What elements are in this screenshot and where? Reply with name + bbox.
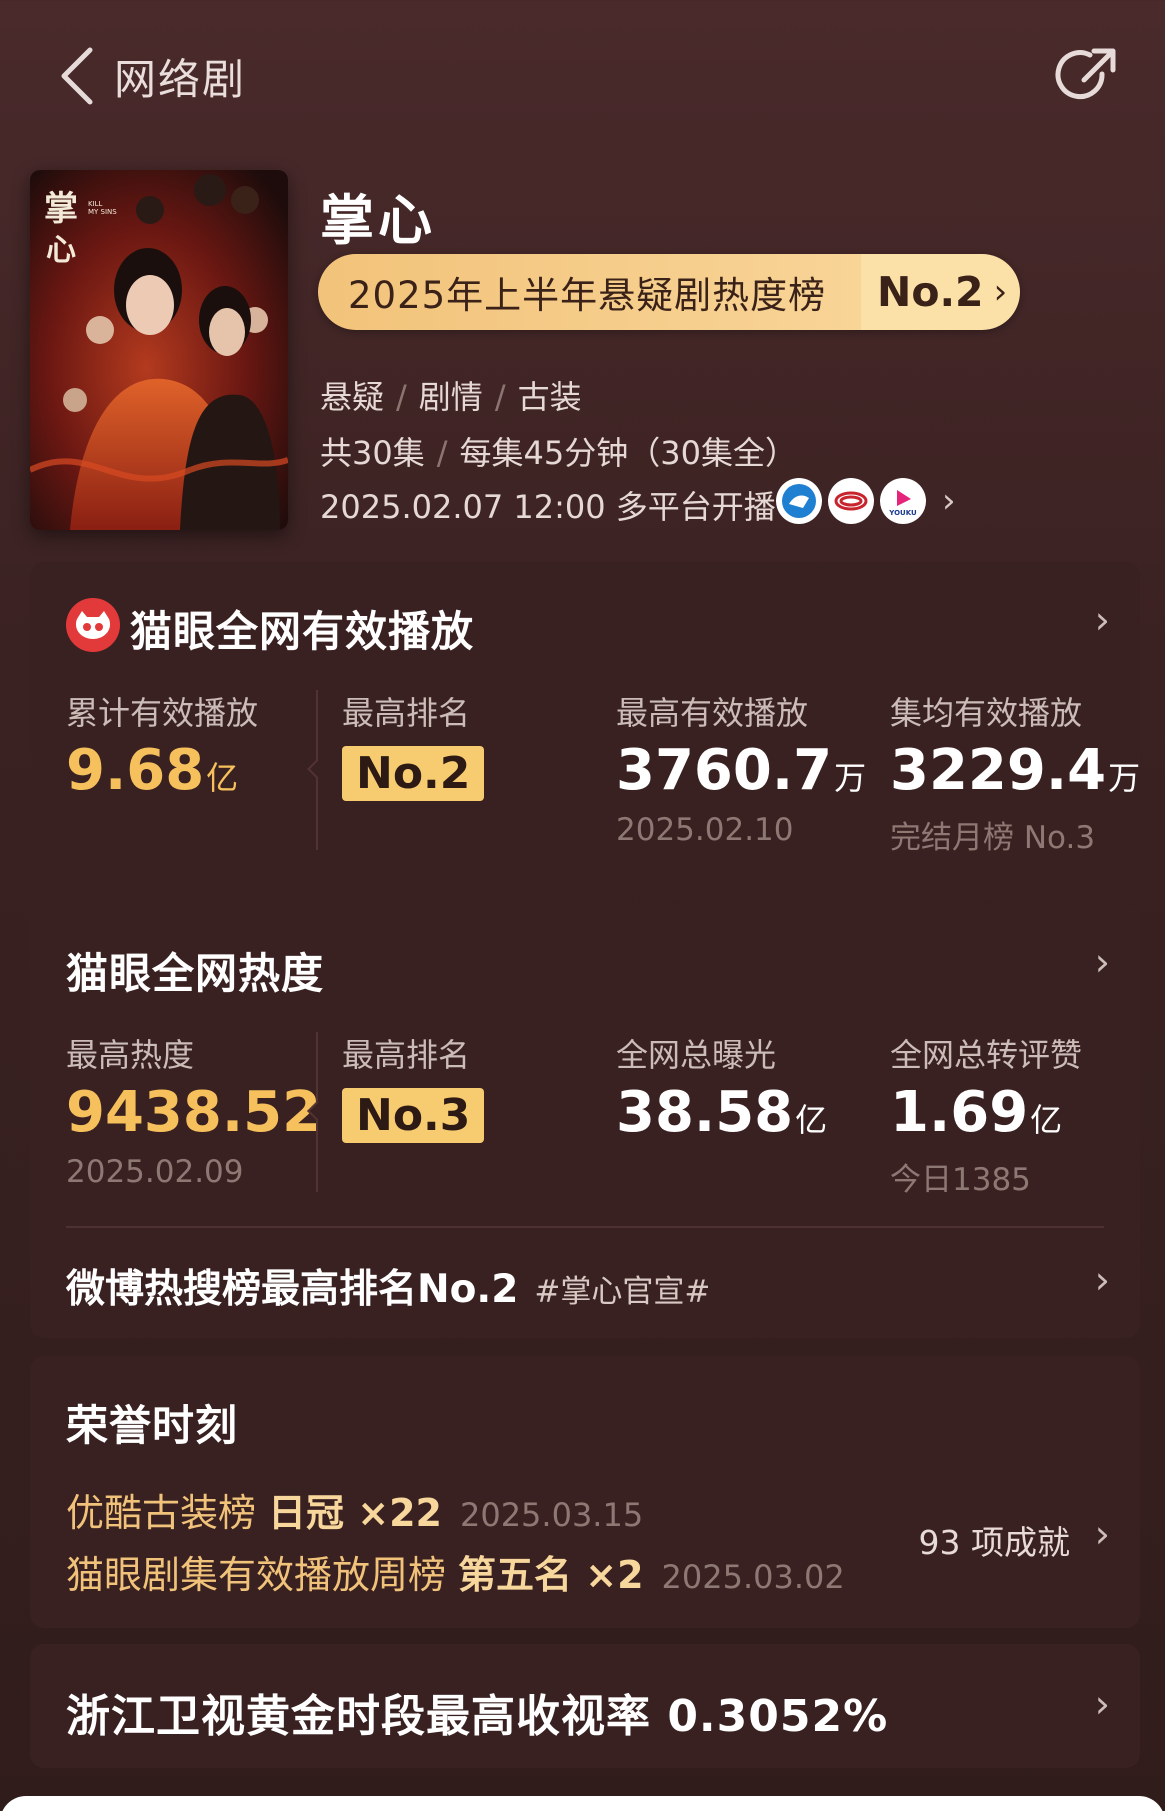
stat-label: 最高有效播放 — [616, 694, 809, 732]
honor-achievement: 第五名 ×2 — [458, 1553, 644, 1597]
genre-list: 悬疑 / 剧情 / 古装 — [320, 372, 582, 418]
stat-unit: 亿 — [1030, 1101, 1063, 1139]
genre-tag: 古装 — [517, 378, 582, 416]
rank-pill-rank: No.2 › — [861, 254, 1020, 330]
genre-tag: 悬疑 — [320, 378, 385, 416]
weibo-hot-row[interactable]: 微博热搜榜最高排名No.2 #掌心官宣# — [66, 1258, 710, 1314]
stat-unit: 亿 — [206, 759, 239, 797]
heat-rank-pill[interactable]: 2025年上半年悬疑剧热度榜 No.2 › — [318, 254, 1020, 330]
rating-card[interactable]: 浙江卫视黄金时段最高收视率 0.3052% › — [30, 1644, 1140, 1768]
stat-value: 9438.52 — [66, 1080, 322, 1145]
divider: / — [396, 378, 407, 416]
chevron-right-icon[interactable]: › — [1095, 1258, 1110, 1302]
rank-pill-value: No.2 — [877, 268, 984, 316]
chevron-right-icon[interactable]: › — [942, 481, 956, 521]
release-info: 2025.02.07 12:00 多平台开播 — [320, 488, 776, 526]
card-title: 猫眼全网热度 — [66, 949, 325, 998]
show-title: 掌心 — [320, 189, 436, 252]
episode-duration: 每集45分钟（30集全） — [459, 434, 797, 472]
honor-count[interactable]: 93 项成就 — [919, 1516, 1070, 1564]
chevron-right-icon[interactable]: › — [1095, 598, 1110, 642]
maoyan-cat-icon — [66, 598, 120, 652]
stat-value: 1.69 — [890, 1080, 1029, 1145]
weibo-rank-text: 微博热搜榜最高排名No.2 — [66, 1267, 519, 1312]
top-bar: 网络剧 — [0, 0, 1165, 150]
platform-list[interactable]: YOUKU › — [776, 478, 956, 524]
avg-play-value: 3229.4万 — [890, 738, 1140, 803]
page-title: 网络剧 — [114, 55, 247, 104]
peak-play-value: 3760.7万 — [616, 738, 866, 803]
svg-text:YOUKU: YOUKU — [888, 509, 917, 517]
stat-value: 3760.7 — [616, 738, 833, 803]
poster-image: 掌 心 KILL MY SINS — [30, 170, 288, 530]
divider — [66, 1226, 1104, 1228]
card-title: 猫眼全网有效播放 — [130, 607, 475, 656]
rank-pill-label: 2025年上半年悬疑剧热度榜 — [318, 254, 861, 330]
stat-label: 累计有效播放 — [66, 694, 259, 732]
honor-source: 优酷古装榜 — [66, 1491, 257, 1535]
episode-info: 共30集 / 每集45分钟（30集全） — [320, 428, 797, 474]
stat-sub: 2025.02.10 — [616, 812, 794, 848]
divider: / — [436, 434, 448, 472]
svg-text:KILL: KILL — [88, 200, 103, 208]
stat-unit: 万 — [1108, 759, 1141, 797]
total-engagement-value: 1.69亿 — [890, 1080, 1062, 1145]
weibo-hashtag: #掌心官宣# — [534, 1274, 711, 1310]
stat-label: 最高排名 — [342, 694, 471, 732]
chevron-right-icon[interactable]: › — [1095, 1512, 1110, 1556]
bottom-sheet[interactable] — [0, 1796, 1165, 1811]
card-title: 荣誉时刻 — [66, 1401, 239, 1450]
rank-badge: No.3 — [342, 1088, 485, 1143]
honor-achievement: 日冠 ×22 — [268, 1491, 442, 1535]
share-icon[interactable] — [1054, 44, 1120, 110]
stat-sub: 完结月榜 No.3 — [890, 820, 1096, 856]
honor-card[interactable]: 荣誉时刻 优酷古装榜 日冠 ×22 2025.03.15 猫眼剧集有效播放周榜 第五名… — [30, 1356, 1140, 1628]
episode-count: 共30集 — [320, 434, 425, 472]
stat-label: 全网总曝光 — [616, 1036, 777, 1074]
stat-label: 最高热度 — [66, 1036, 195, 1074]
dragon-tv-icon[interactable] — [828, 478, 874, 524]
rank-badge: No.2 — [342, 746, 485, 801]
divider: / — [494, 378, 506, 416]
chevron-right-icon[interactable]: › — [1095, 1682, 1110, 1726]
heat-card[interactable]: 猫眼全网热度 › 最高热度 9438.52 2025.02.09 最高排名 No… — [30, 904, 1140, 1338]
stat-label: 集均有效播放 — [890, 694, 1083, 732]
genre-tag: 剧情 — [418, 378, 483, 416]
svg-text:心: 心 — [46, 233, 76, 268]
honor-date: 2025.03.02 — [661, 1558, 845, 1596]
stat-sub: 2025.02.09 — [66, 1154, 244, 1190]
play-card[interactable]: 猫眼全网有效播放 › 累计有效播放 9.68亿 最高排名 No.2 最高有效播放… — [30, 562, 1140, 888]
honor-source: 猫眼剧集有效播放周榜 — [66, 1553, 447, 1597]
stat-label: 最高排名 — [342, 1036, 471, 1074]
stat-value: 38.58 — [616, 1080, 794, 1145]
honor-item: 优酷古装榜 日冠 ×22 2025.03.15 — [66, 1482, 643, 1537]
honor-date: 2025.03.15 — [459, 1496, 644, 1534]
stat-unit: 亿 — [795, 1101, 828, 1139]
total-exposure-value: 38.58亿 — [616, 1080, 827, 1145]
stat-label: 全网总转评赞 — [890, 1036, 1083, 1074]
stat-unit: 万 — [834, 759, 867, 797]
svg-text:MY SINS: MY SINS — [88, 208, 117, 216]
youku-icon[interactable]: YOUKU — [880, 478, 926, 524]
stat-value: 3229.4 — [890, 738, 1107, 803]
zhejiang-tv-icon[interactable] — [776, 478, 822, 524]
divider-notch — [307, 759, 327, 779]
honor-item: 猫眼剧集有效播放周榜 第五名 ×2 2025.03.02 — [66, 1544, 845, 1599]
svg-text:掌: 掌 — [44, 189, 78, 229]
peak-heat-value: 9438.52 — [66, 1080, 321, 1145]
total-play-value: 9.68亿 — [66, 738, 238, 803]
stat-sub: 今日1385 — [890, 1162, 1031, 1198]
stat-value: 9.68 — [66, 738, 205, 803]
chevron-left-icon[interactable] — [56, 44, 100, 108]
chevron-right-icon[interactable]: › — [1095, 940, 1110, 984]
chevron-right-icon: › — [993, 272, 1008, 312]
show-poster[interactable]: 掌 心 KILL MY SINS — [30, 170, 288, 530]
rating-text: 浙江卫视黄金时段最高收视率 0.3052% — [66, 1691, 889, 1742]
